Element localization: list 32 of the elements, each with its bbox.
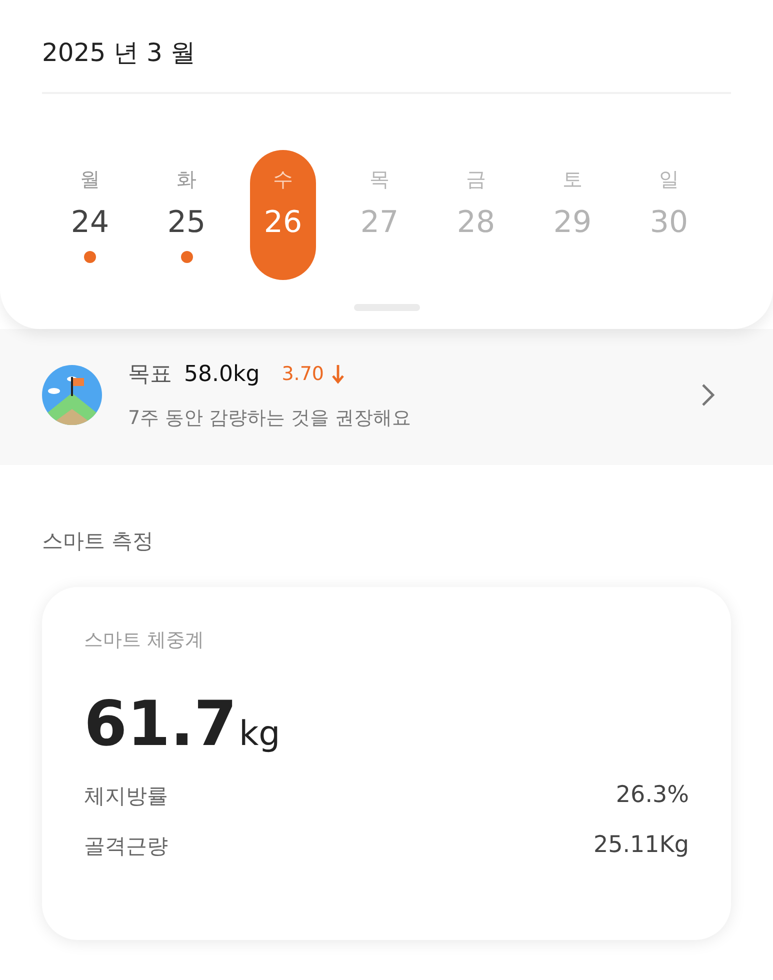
weight-unit: kg <box>238 714 280 754</box>
metric-value: 26.3% <box>616 782 689 810</box>
section-title: 스마트 측정 <box>41 528 155 555</box>
weight-difference: 3.70 <box>282 363 324 385</box>
weekday-label: 토 <box>562 166 582 192</box>
weekday-label: 수 <box>273 166 293 192</box>
weekday-label: 목 <box>370 166 390 192</box>
weekday-label: 금 <box>466 166 486 192</box>
metric-label: 체지방률 <box>84 783 168 810</box>
scale-card[interactable]: 스마트 체중계 61.7 kg 체지방률 26.3% 골격근량 25.11Kg <box>42 587 731 940</box>
date-number: 29 <box>553 204 592 242</box>
date-number: 30 <box>650 204 688 242</box>
card-title: 스마트 체중계 <box>84 628 206 653</box>
goal-weight: 58.0kg <box>184 362 260 386</box>
weight-value: 61.7 <box>84 687 237 760</box>
weekday-label: 화 <box>176 166 196 192</box>
date-number: 26 <box>264 204 302 242</box>
metric-label: 골격근량 <box>84 833 168 860</box>
metric-value: 25.11Kg <box>593 832 689 860</box>
weekday-label: 일 <box>659 166 679 192</box>
goal-row[interactable]: 목표 58.0kg 3.70 7주 동안 감량하는 것을 권장해요 <box>0 329 773 465</box>
day-item[interactable]: 월 24 <box>57 150 123 280</box>
goal-subtitle: 7주 동안 감량하는 것을 권장해요 <box>128 406 412 431</box>
date-number: 24 <box>70 204 110 242</box>
weekday-label: 월 <box>80 166 100 192</box>
date-number: 27 <box>360 204 399 242</box>
goal-label: 목표 <box>128 361 172 389</box>
date-number: 28 <box>456 204 496 242</box>
month-title[interactable]: 2025 년 3 월 <box>42 34 731 72</box>
day-item[interactable]: 화 25 <box>154 150 220 280</box>
date-number: 25 <box>167 204 206 242</box>
chevron-right-icon <box>701 383 715 407</box>
